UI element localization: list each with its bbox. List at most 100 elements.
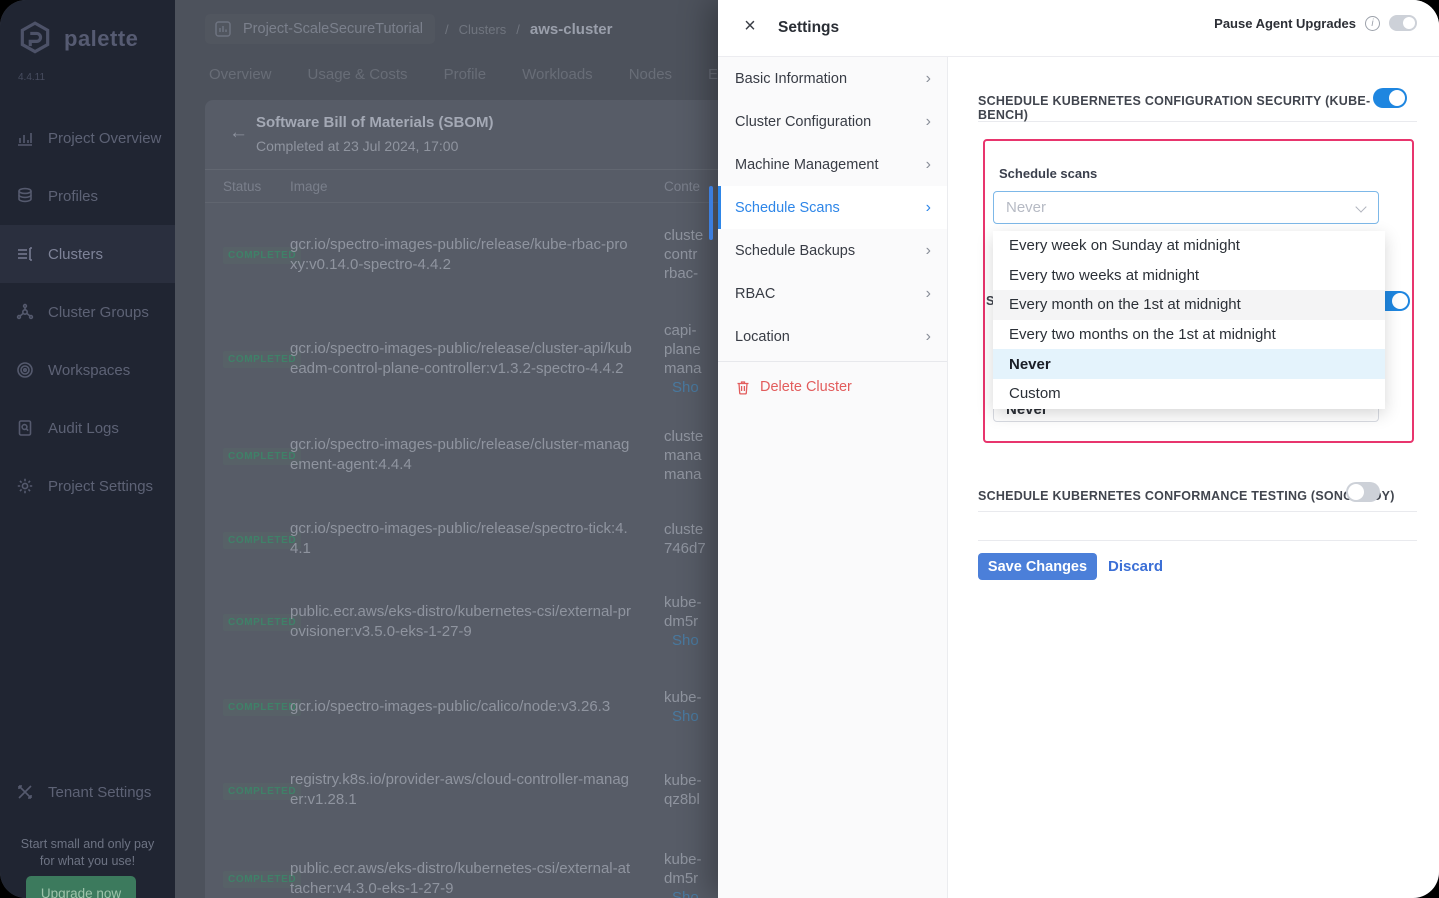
buttons-divider — [978, 540, 1417, 541]
sidebar-item-label: Audit Logs — [48, 420, 119, 437]
sidebar: palette 4.4.11 Project Overview Profiles… — [0, 0, 175, 898]
settings-nav-cluster-configuration[interactable]: Cluster Configuration› — [718, 100, 947, 143]
upgrade-now-button[interactable]: Upgrade now — [26, 876, 136, 898]
pause-agent-upgrades: Pause Agent Upgrades i — [1214, 15, 1417, 31]
app-screen: palette 4.4.11 Project Overview Profiles… — [0, 0, 1439, 898]
settings-nav-schedule-scans[interactable]: Schedule Scans› — [718, 186, 947, 229]
delete-cluster-label: Delete Cluster — [760, 379, 852, 395]
tools-icon — [16, 783, 34, 801]
image-path: gcr.io/spectro-images-public/release/spe… — [290, 519, 664, 559]
dropdown-option-monthly[interactable]: Every month on the 1st at midnight — [993, 290, 1385, 320]
tab-workloads[interactable]: Workloads — [522, 66, 593, 83]
schedule-scans-select[interactable]: Never — [993, 191, 1379, 224]
sidebar-item-cluster-groups[interactable]: Cluster Groups — [0, 283, 175, 341]
dropdown-option-biweekly[interactable]: Every two weeks at midnight — [993, 261, 1385, 291]
chevron-right-icon: › — [926, 70, 931, 88]
sidebar-item-label: Profiles — [48, 188, 98, 205]
settings-nav: Basic Information› Cluster Configuration… — [718, 57, 948, 898]
network-icon — [16, 303, 34, 321]
dropdown-option-never[interactable]: Never — [993, 349, 1385, 379]
tab-overview[interactable]: Overview — [209, 66, 272, 83]
project-selector[interactable]: Project-ScaleSecureTutorial — [205, 14, 435, 44]
settings-drawer: × Settings Pause Agent Upgrades i Basic … — [718, 0, 1439, 898]
sidebar-item-project-overview[interactable]: Project Overview — [0, 109, 175, 167]
list-icon — [16, 245, 34, 263]
document-icon — [16, 419, 34, 437]
sidebar-item-tenant-settings[interactable]: Tenant Settings — [0, 763, 175, 821]
sidebar-item-label: Workspaces — [48, 362, 130, 379]
breadcrumb-project: Project-ScaleSecureTutorial — [243, 21, 423, 37]
schedule-scans-select-value: Never — [1006, 199, 1046, 216]
sonobuoy-toggle[interactable] — [1346, 482, 1380, 502]
sidebar-item-label: Clusters — [48, 246, 103, 263]
chevron-right-icon: › — [926, 199, 931, 217]
sidebar-item-workspaces[interactable]: Workspaces — [0, 341, 175, 399]
settings-nav-location[interactable]: Location› — [718, 315, 947, 358]
save-changes-button[interactable]: Save Changes — [978, 553, 1097, 580]
tab-nodes[interactable]: Nodes — [629, 66, 672, 83]
image-path: public.ecr.aws/eks-distro/kubernetes-csi… — [290, 602, 664, 642]
discard-button[interactable]: Discard — [1108, 558, 1163, 575]
sidebar-item-label: Project Overview — [48, 130, 161, 147]
sidebar-item-clusters[interactable]: Clusters — [0, 225, 175, 283]
sidebar-tenant-settings-wrap: Tenant Settings — [0, 763, 175, 821]
chevron-right-icon: › — [926, 113, 931, 131]
sidebar-item-project-settings[interactable]: Project Settings — [0, 457, 175, 515]
image-path: gcr.io/spectro-images-public/release/clu… — [290, 339, 664, 379]
column-status: Status — [205, 179, 290, 194]
image-path: gcr.io/spectro-images-public/release/kub… — [290, 235, 664, 275]
layers-icon — [16, 187, 34, 205]
chevron-down-icon — [1355, 201, 1366, 212]
breadcrumb-separator: / — [516, 22, 520, 37]
sidebar-item-audit-logs[interactable]: Audit Logs — [0, 399, 175, 457]
scrollbar-thumb[interactable] — [709, 186, 713, 240]
settings-nav-basic-information[interactable]: Basic Information› — [718, 57, 947, 100]
trash-icon — [736, 380, 750, 395]
brand-logo: palette — [0, 0, 175, 58]
schedule-scans-dropdown: Every week on Sunday at midnight Every t… — [993, 231, 1385, 409]
sidebar-item-label: Tenant Settings — [48, 784, 151, 801]
schedule-scans-label: Schedule scans — [999, 166, 1097, 181]
breadcrumb-separator: / — [445, 22, 449, 37]
image-path: gcr.io/spectro-images-public/release/clu… — [290, 435, 664, 475]
pause-agent-upgrades-label: Pause Agent Upgrades — [1214, 16, 1356, 31]
sonobuoy-row: SCHEDULE KUBERNETES CONFORMANCE TESTING … — [978, 479, 1417, 512]
pause-agent-upgrades-toggle[interactable] — [1389, 15, 1417, 31]
chevron-right-icon: › — [926, 156, 931, 174]
settings-nav-schedule-backups[interactable]: Schedule Backups› — [718, 229, 947, 272]
kube-bench-row: SCHEDULE KUBERNETES CONFIGURATION SECURI… — [978, 86, 1417, 122]
breadcrumb-clusters[interactable]: Clusters — [459, 22, 507, 37]
tab-profile[interactable]: Profile — [444, 66, 487, 83]
chevron-right-icon: › — [926, 285, 931, 303]
gear-icon — [16, 477, 34, 495]
info-icon[interactable]: i — [1365, 16, 1380, 31]
kube-bench-toggle[interactable] — [1373, 88, 1407, 108]
sbom-title: Software Bill of Materials (SBOM) — [256, 114, 494, 131]
dropdown-option-custom[interactable]: Custom — [993, 379, 1385, 409]
project-icon — [213, 19, 233, 39]
palette-logo-icon — [16, 20, 54, 58]
sbom-completed-at: Completed at 23 Jul 2024, 17:00 — [256, 138, 458, 154]
upgrade-promo-text: Start small and only pay for what you us… — [0, 836, 175, 870]
settings-header: × Settings Pause Agent Upgrades i — [718, 0, 1439, 57]
sidebar-nav: Project Overview Profiles Clusters Clust… — [0, 109, 175, 515]
image-path: registry.k8s.io/provider-aws/cloud-contr… — [290, 770, 664, 810]
settings-nav-machine-management[interactable]: Machine Management› — [718, 143, 947, 186]
sonobuoy-label: SCHEDULE KUBERNETES CONFORMANCE TESTING … — [978, 489, 1395, 503]
breadcrumb-cluster-name: aws-cluster — [530, 21, 613, 38]
sidebar-item-profiles[interactable]: Profiles — [0, 167, 175, 225]
settings-nav-rbac[interactable]: RBAC› — [718, 272, 947, 315]
chevron-right-icon: › — [926, 328, 931, 346]
column-image: Image — [290, 179, 664, 194]
brand-name: palette — [64, 26, 138, 52]
sidebar-item-label: Project Settings — [48, 478, 153, 495]
delete-cluster-button[interactable]: Delete Cluster — [718, 362, 947, 395]
image-path: gcr.io/spectro-images-public/calico/node… — [290, 697, 664, 717]
dropdown-option-weekly[interactable]: Every week on Sunday at midnight — [993, 231, 1385, 261]
tab-usage-costs[interactable]: Usage & Costs — [308, 66, 408, 83]
dropdown-option-bimonthly[interactable]: Every two months on the 1st at midnight — [993, 320, 1385, 350]
chevron-right-icon: › — [926, 242, 931, 260]
back-arrow-icon[interactable]: ← — [229, 122, 248, 144]
target-icon — [16, 361, 34, 379]
close-icon[interactable]: × — [738, 15, 762, 38]
